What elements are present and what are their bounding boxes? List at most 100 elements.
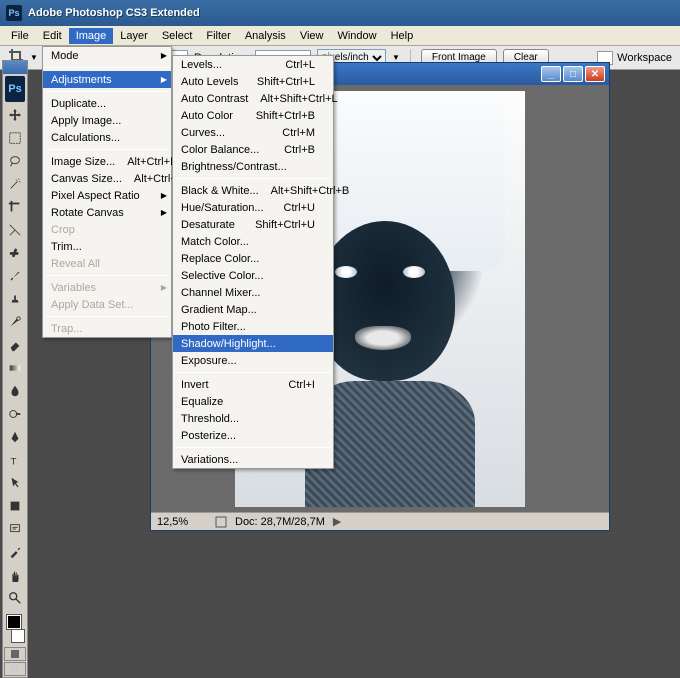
eyedropper-tool[interactable] — [4, 541, 26, 563]
zoom-level[interactable]: 12,5% — [157, 516, 207, 528]
adjustments-item-exposure-[interactable]: Exposure... — [173, 352, 333, 369]
close-button[interactable]: ✕ — [585, 66, 605, 82]
zoom-tool[interactable] — [4, 587, 26, 609]
menu-view[interactable]: View — [293, 28, 331, 44]
image-menu-item-pixel-aspect-ratio[interactable]: Pixel Aspect Ratio▶ — [43, 187, 171, 204]
image-menu-item-trap-: Trap... — [43, 320, 171, 337]
pen-tool[interactable] — [4, 426, 26, 448]
workspace-label[interactable]: Workspace — [617, 52, 672, 64]
adjustments-item-equalize[interactable]: Equalize — [173, 393, 333, 410]
menu-item-label: Mode — [51, 50, 153, 62]
adjustments-item-levels-[interactable]: Levels...Ctrl+L — [173, 56, 333, 73]
healing-brush-tool[interactable] — [4, 242, 26, 264]
background-color-swatch[interactable] — [11, 629, 25, 643]
adjustments-item-hue-saturation-[interactable]: Hue/Saturation...Ctrl+U — [173, 199, 333, 216]
image-menu-item-canvas-size-[interactable]: Canvas Size...Alt+Ctrl+C — [43, 170, 171, 187]
menu-item-label: Channel Mixer... — [181, 287, 315, 299]
standard-mode-button[interactable] — [4, 647, 26, 661]
adjustments-item-channel-mixer-[interactable]: Channel Mixer... — [173, 284, 333, 301]
magic-wand-tool[interactable] — [4, 173, 26, 195]
options-dropdown-icon[interactable]: ▼ — [392, 53, 400, 62]
adjustments-item-threshold-[interactable]: Threshold... — [173, 410, 333, 427]
tool-preset-dropdown-icon[interactable]: ▼ — [30, 53, 38, 62]
shape-tool[interactable] — [4, 495, 26, 517]
menu-image[interactable]: Image — [69, 28, 114, 44]
hand-tool[interactable] — [4, 564, 26, 586]
notes-tool[interactable] — [4, 518, 26, 540]
move-tool[interactable] — [4, 104, 26, 126]
slice-tool[interactable] — [4, 219, 26, 241]
gradient-tool[interactable] — [4, 357, 26, 379]
adjustments-item-replace-color-[interactable]: Replace Color... — [173, 250, 333, 267]
marquee-tool[interactable] — [4, 127, 26, 149]
menu-item-label: Exposure... — [181, 355, 315, 367]
adjustments-item-invert[interactable]: InvertCtrl+I — [173, 376, 333, 393]
screen-mode-button[interactable] — [4, 662, 26, 676]
adjustments-item-posterize-[interactable]: Posterize... — [173, 427, 333, 444]
adjustments-item-auto-contrast[interactable]: Auto ContrastAlt+Shift+Ctrl+L — [173, 90, 333, 107]
history-brush-tool[interactable] — [4, 311, 26, 333]
menu-item-shortcut: Ctrl+U — [284, 202, 315, 214]
adjustments-item-variations-[interactable]: Variations... — [173, 451, 333, 468]
document-info: Doc: 28,7M/28,7M — [235, 516, 325, 528]
menu-file[interactable]: File — [4, 28, 36, 44]
adjustments-item-auto-color[interactable]: Auto ColorShift+Ctrl+B — [173, 107, 333, 124]
menu-window[interactable]: Window — [330, 28, 383, 44]
adjustments-item-gradient-map-[interactable]: Gradient Map... — [173, 301, 333, 318]
menu-help[interactable]: Help — [384, 28, 421, 44]
adjustments-item-desaturate[interactable]: DesaturateShift+Ctrl+U — [173, 216, 333, 233]
image-menu-item-calculations-[interactable]: Calculations... — [43, 129, 171, 146]
menu-edit[interactable]: Edit — [36, 28, 69, 44]
lasso-tool[interactable] — [4, 150, 26, 172]
menu-filter[interactable]: Filter — [199, 28, 237, 44]
adjustments-item-auto-levels[interactable]: Auto LevelsShift+Ctrl+L — [173, 73, 333, 90]
image-menu-item-adjustments[interactable]: Adjustments▶ — [43, 71, 171, 88]
menu-item-shortcut: Shift+Ctrl+L — [257, 76, 315, 88]
image-menu-item-duplicate-[interactable]: Duplicate... — [43, 95, 171, 112]
status-icon — [215, 516, 227, 528]
adjustments-item-color-balance-[interactable]: Color Balance...Ctrl+B — [173, 141, 333, 158]
image-menu-item-image-size-[interactable]: Image Size...Alt+Ctrl+I — [43, 153, 171, 170]
submenu-arrow-icon: ▶ — [161, 283, 167, 292]
menu-item-label: Canvas Size... — [51, 173, 122, 185]
document-status-bar: 12,5% Doc: 28,7M/28,7M ▶ — [151, 512, 609, 530]
crop-tool[interactable] — [4, 196, 26, 218]
type-tool[interactable]: T — [4, 449, 26, 471]
menu-analysis[interactable]: Analysis — [238, 28, 293, 44]
menu-separator — [45, 275, 169, 276]
color-swatches[interactable] — [5, 613, 25, 643]
menu-item-shortcut: Shift+Ctrl+B — [256, 110, 315, 122]
image-menu-item-trim-[interactable]: Trim... — [43, 238, 171, 255]
image-menu-item-crop: Crop — [43, 221, 171, 238]
path-selection-tool[interactable] — [4, 472, 26, 494]
eraser-tool[interactable] — [4, 334, 26, 356]
tools-palette-header[interactable] — [2, 60, 28, 74]
adjustments-item-match-color-[interactable]: Match Color... — [173, 233, 333, 250]
adjustments-item-shadow-highlight-[interactable]: Shadow/Highlight... — [173, 335, 333, 352]
adjustments-item-curves-[interactable]: Curves...Ctrl+M — [173, 124, 333, 141]
dodge-tool[interactable] — [4, 403, 26, 425]
chevron-right-icon[interactable]: ▶ — [333, 515, 341, 528]
menu-item-label: Trim... — [51, 241, 153, 253]
image-menu-item-rotate-canvas[interactable]: Rotate Canvas▶ — [43, 204, 171, 221]
menu-select[interactable]: Select — [155, 28, 200, 44]
image-menu-item-mode[interactable]: Mode▶ — [43, 47, 171, 64]
menu-item-label: Crop — [51, 224, 153, 236]
adjustments-item-brightness-contrast-[interactable]: Brightness/Contrast... — [173, 158, 333, 175]
tools-palette: Ps T — [2, 74, 28, 678]
blur-tool[interactable] — [4, 380, 26, 402]
menu-layer[interactable]: Layer — [113, 28, 155, 44]
adjustments-item-photo-filter-[interactable]: Photo Filter... — [173, 318, 333, 335]
maximize-button[interactable]: □ — [563, 66, 583, 82]
image-menu-item-apply-image-[interactable]: Apply Image... — [43, 112, 171, 129]
minimize-button[interactable]: _ — [541, 66, 561, 82]
adjustments-item-selective-color-[interactable]: Selective Color... — [173, 267, 333, 284]
menu-item-shortcut: Ctrl+M — [282, 127, 315, 139]
menu-item-label: Photo Filter... — [181, 321, 315, 333]
photoshop-logo-icon: Ps — [6, 5, 22, 21]
clone-stamp-tool[interactable] — [4, 288, 26, 310]
foreground-color-swatch[interactable] — [7, 615, 21, 629]
menu-item-label: Pixel Aspect Ratio — [51, 190, 153, 202]
brush-tool[interactable] — [4, 265, 26, 287]
adjustments-item-black-white-[interactable]: Black & White...Alt+Shift+Ctrl+B — [173, 182, 333, 199]
